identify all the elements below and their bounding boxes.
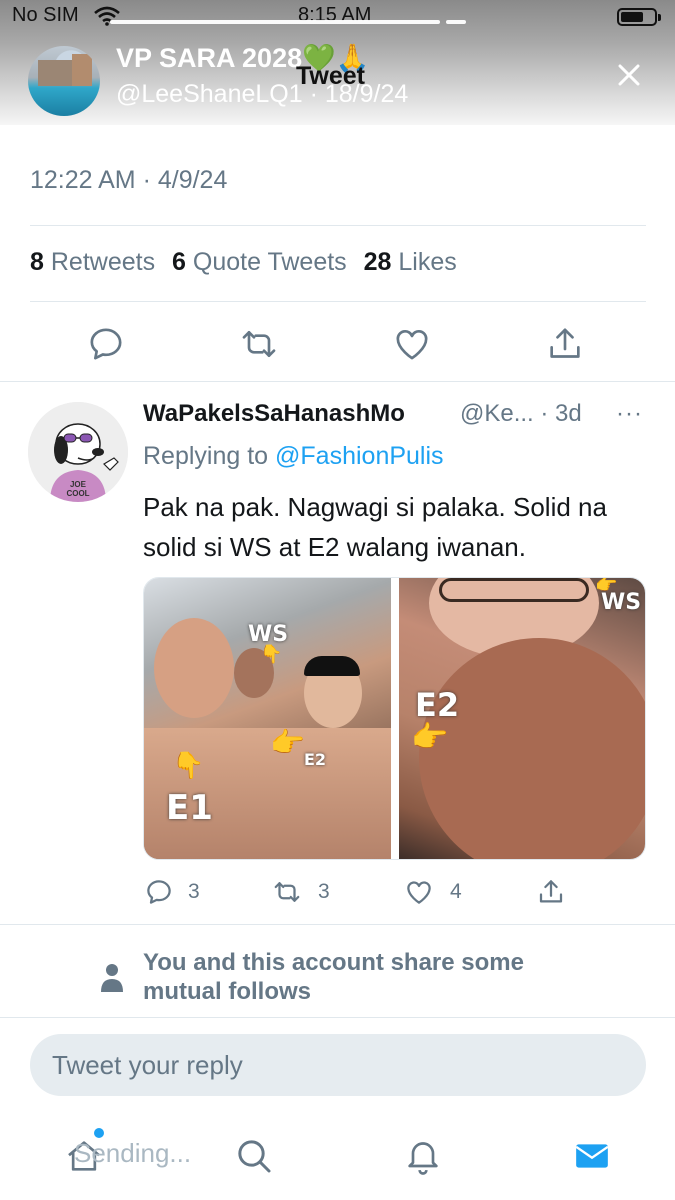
share-button[interactable]	[545, 324, 585, 364]
reply-like-count: 4	[450, 880, 462, 903]
likes-count[interactable]: 28	[364, 248, 392, 276]
divider	[30, 225, 646, 226]
close-button[interactable]	[612, 58, 646, 92]
reply-display-name[interactable]: WaPakelsSaHanashMo	[143, 400, 405, 428]
retweets-label[interactable]: Retweets	[51, 248, 155, 276]
status-bar: No SIM 8:15 AM	[0, 0, 675, 30]
home-notification-dot	[94, 1128, 104, 1138]
tweet-timestamp: 12:22 AM · 4/9/24	[30, 166, 228, 194]
story-header: No SIM 8:15 AM VP SARA 2028💚🙏 @LeeShaneL…	[0, 0, 675, 125]
photo-label-e1: E1	[166, 788, 213, 828]
media-photo-left[interactable]: WS 👇 👇 E1 👉 E2	[144, 578, 391, 859]
reply-share-button[interactable]	[536, 877, 566, 907]
tab-notifications[interactable]	[403, 1136, 443, 1176]
heart-icon	[407, 881, 431, 904]
more-options-icon[interactable]: ···	[616, 400, 643, 428]
tweet-stats: 8 Retweets 6 Quote Tweets 28 Likes	[30, 248, 457, 277]
story-avatar[interactable]	[28, 46, 100, 116]
photo-label-e2-small: E2	[304, 750, 327, 769]
share-icon	[539, 880, 563, 903]
avatar-shirt-text: JOE COOL	[66, 480, 90, 498]
reply-input[interactable]	[52, 1034, 622, 1096]
pointing-hand-emoji: 👉	[595, 577, 618, 594]
divider	[0, 924, 675, 925]
reply-icon	[147, 880, 171, 904]
reply-button[interactable]	[86, 324, 126, 364]
bell-icon	[408, 1142, 438, 1175]
like-button[interactable]	[392, 324, 432, 364]
pointing-hand-emoji: 👇	[260, 644, 283, 664]
story-progress-bar	[446, 20, 466, 24]
carrier-label: No SIM	[12, 4, 79, 26]
reply-comment-count: 3	[188, 880, 200, 903]
divider	[30, 301, 646, 302]
reply-media: WS 👇 👇 E1 👉 E2 WS 👉 E2 👉	[143, 577, 646, 860]
photo-face	[419, 638, 645, 859]
replying-prefix: Replying to	[143, 442, 269, 470]
photo-label-e2: E2	[415, 686, 460, 724]
divider	[0, 1017, 675, 1018]
photo-cap	[304, 656, 360, 676]
person-icon	[100, 962, 124, 994]
media-photo-right[interactable]: WS 👉 E2 👉	[399, 577, 645, 859]
photo-glasses	[439, 578, 589, 602]
tab-search[interactable]	[234, 1136, 274, 1176]
reply-retweet-button[interactable]	[272, 877, 302, 907]
pointing-hand-emoji: 👉	[270, 727, 305, 758]
quotes-label[interactable]: Quote Tweets	[193, 248, 347, 276]
quotes-count[interactable]: 6	[172, 248, 186, 276]
search-icon	[238, 1140, 271, 1173]
retweet-button[interactable]	[239, 324, 279, 364]
divider	[0, 381, 675, 382]
reply-handle-time[interactable]: @Ke... · 3d	[460, 400, 582, 428]
retweet-icon	[274, 882, 300, 902]
battery-icon	[617, 8, 661, 26]
pointing-hand-emoji: 👉	[411, 721, 449, 754]
close-icon	[618, 64, 640, 86]
retweets-count[interactable]: 8	[30, 248, 44, 276]
likes-label[interactable]: Likes	[398, 248, 456, 276]
reply-like-button[interactable]	[404, 877, 434, 907]
sending-indicator: Sending...	[74, 1138, 192, 1168]
reply-comment-button[interactable]	[144, 877, 174, 907]
mutual-follows-notice: You and this account share some mutual f…	[143, 949, 524, 1005]
replying-to-link[interactable]: @FashionPulis	[275, 442, 444, 470]
mail-icon	[575, 1144, 609, 1168]
wifi-icon	[94, 6, 120, 31]
reply-icon	[90, 328, 122, 360]
story-progress-bar	[110, 20, 440, 24]
reply-text: Pak na pak. Nagwagi si palaka. Solid na …	[143, 492, 607, 562]
screen-title: Tweet	[296, 62, 365, 90]
photo-face	[154, 618, 234, 718]
tab-messages[interactable]	[572, 1136, 612, 1176]
replying-to: Replying to @FashionPulis	[143, 442, 444, 471]
reply-avatar[interactable]: JOE COOL	[28, 402, 128, 502]
reply-retweet-count: 3	[318, 880, 330, 903]
avatar-building	[72, 54, 92, 86]
reply-composer[interactable]	[30, 1034, 646, 1096]
retweet-icon	[242, 331, 276, 357]
share-icon	[550, 328, 580, 358]
heart-icon	[396, 330, 428, 360]
pointing-hand-emoji: 👇	[172, 750, 205, 780]
